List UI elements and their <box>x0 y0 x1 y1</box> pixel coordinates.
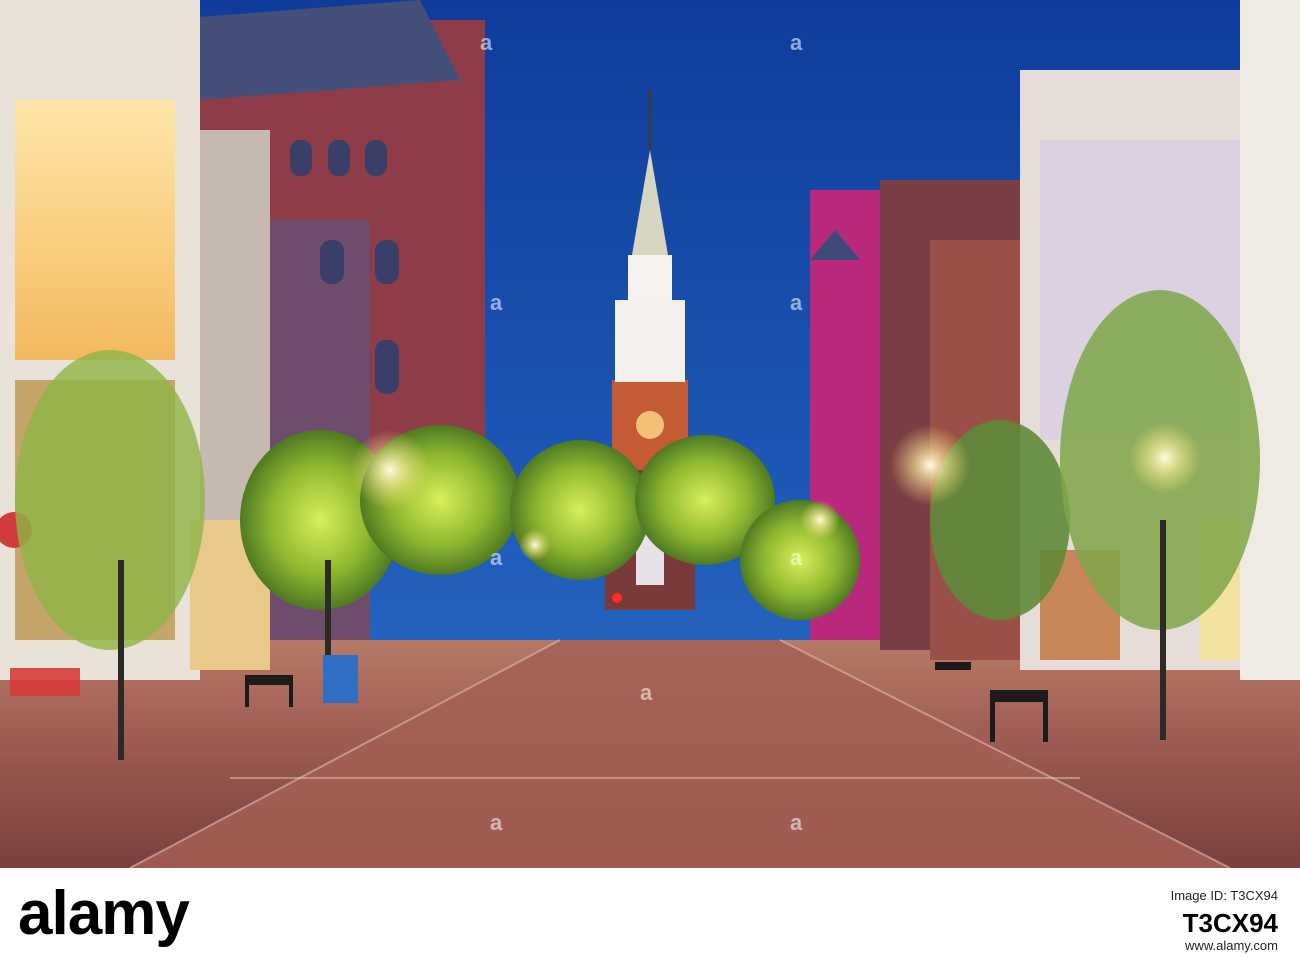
website-text: www.alamy.com <box>1185 938 1278 953</box>
footer-bar: alamy Image ID: T3CX94 T3CX94 www.alamy.… <box>0 868 1300 957</box>
svg-text:a: a <box>480 30 493 55</box>
street-photo: a a a a a a a a a <box>0 0 1300 868</box>
svg-text:a: a <box>490 810 503 835</box>
svg-text:a: a <box>490 545 503 570</box>
recycling-bin <box>323 655 358 703</box>
svg-text:a: a <box>640 680 653 705</box>
red-bench-left <box>10 668 80 696</box>
svg-text:a: a <box>790 545 803 570</box>
alamy-logo: alamy <box>18 879 190 948</box>
svg-text:a: a <box>790 290 803 315</box>
svg-text:a: a <box>790 30 803 55</box>
image-id-label: Image ID: T3CX94 <box>1170 888 1278 903</box>
svg-text:a: a <box>490 290 503 315</box>
image-id-value: T3CX94 <box>1182 908 1278 938</box>
svg-text:a: a <box>790 810 803 835</box>
